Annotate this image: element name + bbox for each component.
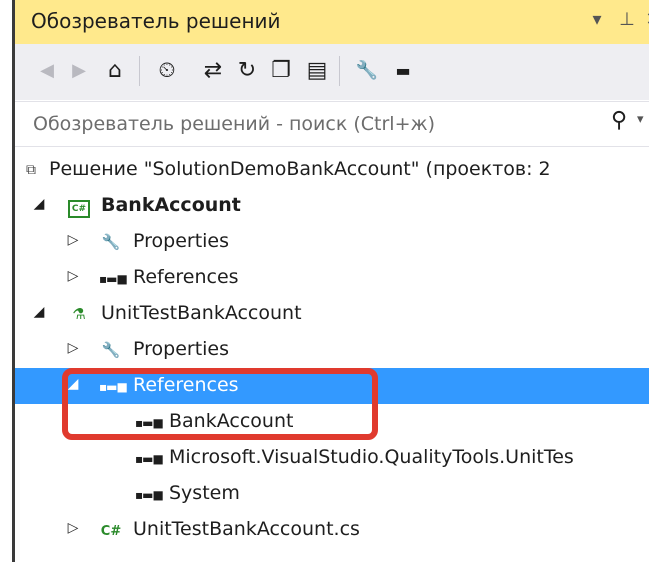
expanded-arrow-icon[interactable]: ◢ bbox=[31, 304, 47, 320]
tree-item-reference[interactable]: ▪▬■ System bbox=[15, 476, 649, 512]
show-all-files-icon[interactable]: ▤ bbox=[301, 54, 333, 88]
references-icon: ▪▬■ bbox=[99, 380, 128, 394]
pending-changes-filter-icon[interactable]: ⏲ bbox=[151, 54, 183, 88]
collapsed-arrow-icon[interactable]: ▷ bbox=[65, 268, 81, 284]
properties-label: Properties bbox=[133, 338, 230, 360]
toolbar: ◀ ▶ ⌂ ⏲ ⇄ ↻ ❐ ▤ 🔧 ▬ bbox=[15, 44, 649, 100]
tree-item-project-bankaccount[interactable]: ◢ C# BankAccount bbox=[15, 188, 649, 224]
window-menu-dropdown-icon[interactable]: ▾ bbox=[585, 6, 609, 34]
tree-item-project-unittest[interactable]: ◢ ⚗ UnitTestBankAccount bbox=[15, 296, 649, 332]
collapse-all-icon[interactable]: ❐ bbox=[265, 54, 297, 88]
reference-label: System bbox=[169, 482, 240, 504]
references-label: References bbox=[133, 266, 239, 288]
tree-item-references-selected[interactable]: ◢ ▪▬■ References bbox=[15, 368, 649, 404]
pin-icon[interactable]: ⊥ bbox=[615, 6, 639, 34]
search-input[interactable]: Обозреватель решений - поиск (Ctrl+ж) bbox=[33, 113, 435, 135]
title-bar[interactable]: Обозреватель решений ▾ ⊥ ✕ bbox=[15, 0, 649, 45]
tree-item-cs-file[interactable]: ▷ C# UnitTestBankAccount.cs bbox=[15, 512, 649, 548]
home-icon[interactable]: ⌂ bbox=[99, 54, 131, 88]
search-options-dropdown-icon[interactable]: ▾ bbox=[637, 112, 644, 127]
wrench-icon: 🔧 bbox=[101, 341, 121, 359]
pin-preview-icon[interactable]: ▬ bbox=[387, 54, 419, 88]
reference-icon: ▪▬■ bbox=[135, 452, 164, 466]
solution-label: Решение "SolutionDemoBankAccount" (проек… bbox=[49, 158, 551, 180]
references-label: References bbox=[133, 374, 239, 396]
wrench-icon: 🔧 bbox=[101, 233, 121, 251]
reference-label: BankAccount bbox=[169, 410, 294, 432]
forward-icon[interactable]: ▶ bbox=[63, 54, 95, 88]
tree-item-reference[interactable]: ▪▬■ Microsoft.VisualStudio.QualityTools.… bbox=[15, 440, 649, 476]
tree-item-properties[interactable]: ▷ 🔧 Properties bbox=[15, 332, 649, 368]
solution-explorer-window: Обозреватель решений ▾ ⊥ ✕ ◀ ▶ ⌂ ⏲ ⇄ ↻ ❐… bbox=[0, 0, 649, 562]
tree-item-references[interactable]: ▷ ▪▬■ References bbox=[15, 260, 649, 296]
reference-icon: ▪▬■ bbox=[135, 488, 164, 502]
close-icon[interactable]: ✕ bbox=[641, 6, 649, 34]
toolbar-separator bbox=[139, 56, 140, 86]
refresh-icon[interactable]: ↻ bbox=[231, 54, 263, 88]
back-icon[interactable]: ◀ bbox=[31, 54, 63, 88]
sync-with-active-document-icon[interactable]: ⇄ bbox=[197, 54, 229, 88]
search-box[interactable]: Обозреватель решений - поиск (Ctrl+ж) ⚲ … bbox=[15, 101, 649, 147]
reference-label: Microsoft.VisualStudio.QualityTools.Unit… bbox=[169, 446, 574, 468]
expanded-arrow-icon[interactable]: ◢ bbox=[31, 196, 47, 212]
tree-item-reference[interactable]: ▪▬■ BankAccount bbox=[15, 404, 649, 440]
solution-tree: ⧉ Решение "SolutionDemoBankAccount" (про… bbox=[15, 152, 649, 562]
reference-icon: ▪▬■ bbox=[135, 416, 164, 430]
collapsed-arrow-icon[interactable]: ▷ bbox=[65, 232, 81, 248]
properties-label: Properties bbox=[133, 230, 230, 252]
expanded-arrow-icon[interactable]: ◢ bbox=[65, 376, 81, 392]
toolbar-separator bbox=[339, 56, 340, 86]
collapsed-arrow-icon[interactable]: ▷ bbox=[65, 340, 81, 356]
project-label: BankAccount bbox=[101, 194, 241, 216]
references-icon: ▪▬■ bbox=[99, 272, 128, 286]
search-icon[interactable]: ⚲ bbox=[611, 108, 627, 133]
collapsed-arrow-icon[interactable]: ▷ bbox=[65, 520, 81, 536]
properties-icon[interactable]: 🔧 bbox=[351, 54, 383, 88]
window-title: Обозреватель решений bbox=[31, 9, 281, 33]
tree-item-solution[interactable]: ⧉ Решение "SolutionDemoBankAccount" (про… bbox=[15, 152, 649, 188]
csharp-file-icon: C# bbox=[100, 524, 122, 539]
project-label: UnitTestBankAccount bbox=[101, 302, 302, 324]
solution-icon: ⧉ bbox=[26, 162, 36, 178]
file-label: UnitTestBankAccount.cs bbox=[133, 518, 360, 540]
tree-item-properties[interactable]: ▷ 🔧 Properties bbox=[15, 224, 649, 260]
test-project-icon: ⚗ bbox=[72, 305, 86, 323]
csharp-project-icon: C# bbox=[67, 195, 91, 218]
